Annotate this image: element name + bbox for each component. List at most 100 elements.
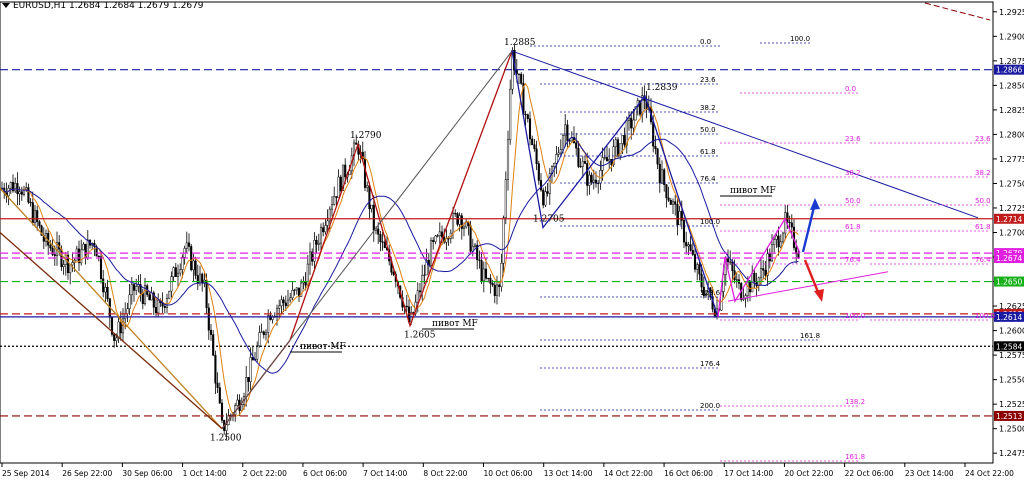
candle-body [115,337,118,341]
fib-pink-label: 76.4 [975,256,991,264]
candle-body [258,332,261,347]
candle-body [69,264,72,274]
candle-body [377,228,380,235]
candle-body [179,269,182,274]
candle-body [194,260,197,276]
candle-body [201,273,204,284]
candle-body [517,73,521,75]
x-tick-label: 6 Oct 06:00 [303,469,347,478]
candle-body [746,281,749,296]
candle-body [209,329,213,335]
candle-body [383,241,386,248]
candle-body [790,222,793,228]
candle-body [753,272,756,282]
candle-body [528,118,532,140]
candle-body [658,163,661,184]
candle-body [291,290,294,299]
candle-body [53,254,56,256]
y-tick-label: 1.2800 [999,130,1024,139]
candle-body [148,294,151,301]
candle-body [29,201,32,204]
candle-body [315,239,318,245]
x-tick-label: 25 Sep 2014 [2,469,50,478]
candle-body [236,399,239,406]
y-tick-label: 1.2825 [999,106,1024,115]
fib-pink-label: 0.0 [845,85,856,93]
candle-body [781,232,785,243]
candle-body [423,274,426,276]
candle-body [773,239,776,246]
y-tick-label: 1.2600 [999,327,1024,336]
candle-body [355,142,358,145]
candle-body [493,284,496,296]
candle-body [418,290,422,293]
candle-body [220,402,224,421]
candle-body [27,187,30,203]
swing-price-label: 1.2790 [350,131,382,141]
candle-body [506,139,510,180]
candle-body [526,114,529,119]
candle-body [14,183,17,192]
candle-body [172,267,175,277]
candle-body [176,272,180,277]
candle-body [689,244,692,251]
fib-level-label: 176.4 [700,360,721,368]
candle-body [163,305,166,308]
fib-level-label: 61.8 [700,148,716,156]
candle-body [608,158,611,162]
pivot-annotation: пивот MF [300,342,346,352]
candle-body [317,242,320,245]
x-tick-label: 8 Oct 22:00 [423,469,467,478]
candle-body [128,294,131,310]
candle-body [190,246,193,271]
candle-body [462,226,466,229]
candle-body [454,213,457,215]
candle-body [632,119,635,129]
y-tick-label: 1.2850 [999,81,1024,90]
candle-body [289,297,292,301]
candle-body [557,152,560,155]
candle-body [579,166,582,168]
candle-body [484,268,488,279]
candle-body [553,162,556,167]
pivot-annotation: пивот MF [730,186,776,196]
y-tick-label: 1.2775 [999,155,1024,164]
candle-body [370,204,373,210]
price-box-label: 1.2674 [996,254,1022,263]
y-tick-label: 1.2500 [999,425,1024,434]
candle-body [621,135,624,144]
price-chart[interactable]: 1.2925 1.2900 1.2875 1.2850 1.2825 1.2800 1.27… [0,0,1024,482]
fib-level-label: 200.0 [700,402,720,410]
candle-body [678,211,681,226]
fib-pink-label: 100.0 [975,312,995,320]
candle-body [559,149,562,154]
candle-body [205,279,208,309]
candle-body [308,251,312,265]
candle-body [438,231,441,236]
candle-body [269,315,272,320]
candle-body [685,241,688,247]
candle-body [218,387,221,404]
candle-body [616,139,620,157]
candle-body [363,158,367,188]
candle-body [537,163,540,181]
candle-body [654,145,657,150]
candle-body [561,135,565,150]
candle-body [489,277,492,284]
candle-body [766,253,769,276]
candle-body [669,200,672,205]
fib-pink-label: 50.0 [845,197,861,205]
candle-body [731,261,734,271]
fib-pink-label: 50.0 [975,197,991,205]
candle-body [498,284,501,287]
candle-body [372,204,375,231]
candle-body [344,164,347,178]
candle-body [542,189,545,206]
candle-body [225,424,228,431]
candle-body [324,225,327,233]
y-tick-label: 1.2700 [999,229,1024,238]
candle-body [726,258,730,263]
candle-body [379,234,382,243]
candle-body [368,185,371,210]
candle-body [86,239,89,259]
